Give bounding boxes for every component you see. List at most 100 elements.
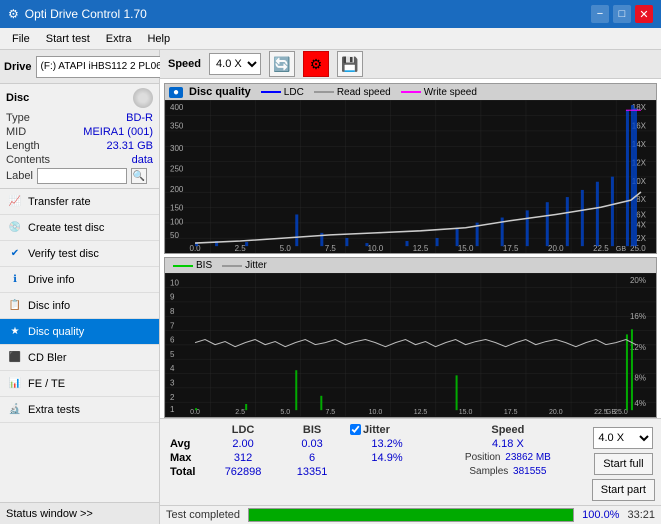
svg-text:16%: 16% bbox=[630, 312, 646, 321]
drive-bar: Drive (F:) ATAPI iHBS112 2 PL06 ⏏ bbox=[0, 50, 159, 84]
fe-te-icon: 📊 bbox=[8, 377, 22, 391]
disc-label-label: Label bbox=[6, 170, 33, 182]
maximize-button[interactable]: □ bbox=[613, 5, 631, 23]
svg-text:6X: 6X bbox=[636, 210, 646, 219]
svg-text:GB: GB bbox=[606, 408, 616, 416]
nav-transfer-rate[interactable]: 📈 Transfer rate bbox=[0, 189, 159, 215]
speed-select[interactable]: 4.0 X bbox=[209, 53, 261, 75]
svg-text:3: 3 bbox=[170, 379, 175, 388]
disc-section: Disc Type BD-R MID MEIRA1 (001) Length 2… bbox=[0, 84, 159, 189]
nav-transfer-rate-label: Transfer rate bbox=[28, 196, 91, 208]
svg-text:4: 4 bbox=[170, 364, 175, 373]
nav-extra-tests[interactable]: 🔬 Extra tests bbox=[0, 397, 159, 423]
legend-bis-color bbox=[173, 265, 193, 267]
svg-text:250: 250 bbox=[170, 164, 184, 173]
close-button[interactable]: ✕ bbox=[635, 5, 653, 23]
nav-fe-te[interactable]: 📊 FE / TE bbox=[0, 371, 159, 397]
right-buttons: 4.0 X Start full Start part bbox=[592, 423, 655, 501]
svg-text:8%: 8% bbox=[634, 374, 646, 383]
svg-text:350: 350 bbox=[170, 122, 184, 131]
nav-drive-info-label: Drive info bbox=[28, 274, 74, 286]
nav-disc-info[interactable]: 📋 Disc info bbox=[0, 293, 159, 319]
menu-file[interactable]: File bbox=[4, 31, 38, 47]
svg-text:2: 2 bbox=[170, 393, 175, 402]
nav-drive-info[interactable]: ℹ Drive info bbox=[0, 267, 159, 293]
transfer-rate-icon: 📈 bbox=[8, 195, 22, 209]
svg-text:2.5: 2.5 bbox=[235, 244, 247, 253]
status-window-label: Status window >> bbox=[6, 508, 93, 520]
disc-type-label: Type bbox=[6, 112, 30, 124]
samples-cell: Samples 381555 bbox=[430, 465, 586, 479]
disc-icon bbox=[133, 88, 153, 108]
disc-contents-label: Contents bbox=[6, 154, 50, 166]
main-layout: Drive (F:) ATAPI iHBS112 2 PL06 ⏏ Disc T… bbox=[0, 50, 661, 524]
disc-quality-icon: ★ bbox=[8, 325, 22, 339]
legend-ldc: LDC bbox=[261, 87, 304, 98]
nav-section: 📈 Transfer rate 💿 Create test disc ✔ Ver… bbox=[0, 189, 159, 502]
upper-chart-legend: LDC Read speed Write speed bbox=[261, 87, 477, 98]
svg-text:150: 150 bbox=[170, 203, 184, 212]
max-label: Max bbox=[166, 451, 206, 465]
jitter-checkbox[interactable] bbox=[350, 424, 361, 435]
settings-button[interactable]: ⚙ bbox=[303, 51, 329, 77]
avg-ldc: 2.00 bbox=[206, 437, 280, 451]
menu-extra[interactable]: Extra bbox=[98, 31, 140, 47]
disc-length-value: 23.31 GB bbox=[107, 140, 153, 152]
start-part-button[interactable]: Start part bbox=[592, 479, 655, 501]
app-title: Opti Drive Control 1.70 bbox=[25, 7, 147, 21]
svg-text:15.0: 15.0 bbox=[458, 244, 474, 253]
status-window-button[interactable]: Status window >> bbox=[0, 502, 159, 524]
svg-text:20.0: 20.0 bbox=[548, 244, 564, 253]
menu-start-test[interactable]: Start test bbox=[38, 31, 98, 47]
stats-header-empty bbox=[166, 423, 206, 437]
svg-text:25.0: 25.0 bbox=[614, 408, 628, 416]
menu-help[interactable]: Help bbox=[139, 31, 178, 47]
minimize-button[interactable]: − bbox=[591, 5, 609, 23]
svg-text:200: 200 bbox=[170, 185, 184, 194]
max-jitter: 14.9% bbox=[344, 451, 430, 465]
time-display: 33:21 bbox=[627, 509, 655, 521]
svg-text:10.0: 10.0 bbox=[369, 408, 383, 416]
stats-header-speed: Speed bbox=[430, 423, 586, 437]
disc-mid-row: MID MEIRA1 (001) bbox=[6, 126, 153, 138]
status-text: Test completed bbox=[166, 509, 240, 521]
save-button[interactable]: 💾 bbox=[337, 51, 363, 77]
upper-chart-canvas: 18X 16X 14X 12X 10X 8X 6X 4X 2X 400 350 … bbox=[165, 100, 656, 253]
drive-info-icon: ℹ bbox=[8, 273, 22, 287]
refresh-button[interactable]: 🔄 bbox=[269, 51, 295, 77]
nav-fe-te-label: FE / TE bbox=[28, 378, 65, 390]
svg-text:2X: 2X bbox=[636, 234, 646, 243]
nav-create-test-disc[interactable]: 💿 Create test disc bbox=[0, 215, 159, 241]
start-full-button[interactable]: Start full bbox=[594, 453, 652, 475]
bottom-bar: Test completed 100.0% 33:21 bbox=[160, 505, 661, 524]
disc-mid-label: MID bbox=[6, 126, 26, 138]
position-label: Position 23862 MB bbox=[430, 451, 586, 465]
upper-chart-container: ● Disc quality LDC Read speed bbox=[164, 83, 657, 254]
right-panel: Speed 4.0 X 🔄 ⚙ 💾 ● Disc quality LDC bbox=[160, 50, 661, 524]
stats-header-bis: BIS bbox=[280, 423, 344, 437]
total-jitter-empty bbox=[344, 465, 430, 479]
speed-bottom-select[interactable]: 4.0 X bbox=[593, 427, 653, 449]
disc-quality-header-icon: ● bbox=[169, 87, 183, 98]
disc-label-input[interactable] bbox=[37, 168, 127, 184]
disc-length-row: Length 23.31 GB bbox=[6, 140, 153, 152]
stats-footer: LDC BIS Jitter Speed Avg bbox=[160, 418, 661, 505]
svg-text:1: 1 bbox=[170, 405, 175, 414]
drive-select[interactable]: (F:) ATAPI iHBS112 2 PL06 bbox=[36, 56, 180, 78]
total-bis: 13351 bbox=[280, 465, 344, 479]
disc-label-btn[interactable]: 🔍 bbox=[131, 168, 147, 184]
svg-text:9: 9 bbox=[170, 293, 175, 302]
svg-text:12.5: 12.5 bbox=[413, 244, 429, 253]
svg-text:100: 100 bbox=[170, 218, 184, 227]
nav-cd-bler[interactable]: ⬛ CD Bler bbox=[0, 345, 159, 371]
nav-verify-test-disc[interactable]: ✔ Verify test disc bbox=[0, 241, 159, 267]
disc-label-row: Label 🔍 bbox=[6, 168, 153, 184]
svg-text:7.5: 7.5 bbox=[325, 244, 337, 253]
disc-length-label: Length bbox=[6, 140, 40, 152]
nav-disc-quality[interactable]: ★ Disc quality bbox=[0, 319, 159, 345]
legend-bis: BIS bbox=[173, 260, 212, 271]
stats-total-row: Total 762898 13351 Samples 381555 bbox=[166, 465, 586, 479]
svg-text:5.0: 5.0 bbox=[280, 244, 292, 253]
avg-bis: 0.03 bbox=[280, 437, 344, 451]
stats-max-row: Max 312 6 14.9% Position 23862 MB bbox=[166, 451, 586, 465]
